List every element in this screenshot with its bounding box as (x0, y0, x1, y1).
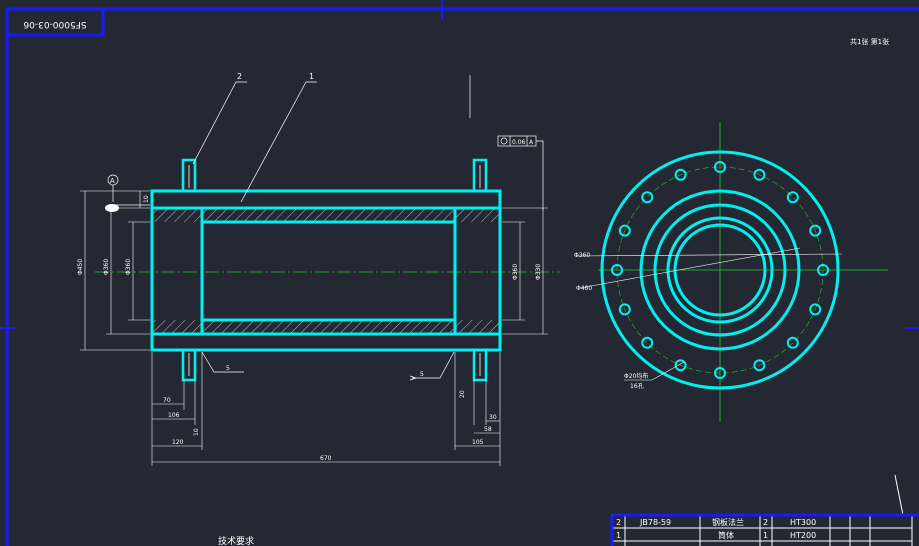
bolt-hole (786, 336, 799, 349)
dim-105: 105 (472, 439, 484, 446)
left-flange-bore (150, 206, 204, 336)
cad-drawing: SF5000-03-06 共1张 第1张 2 1 A 0.06 A Φ450 Φ… (0, 0, 919, 546)
dim-106: 106 (168, 412, 180, 419)
row1-idx: 2 (616, 518, 621, 527)
drawing-frame (0, 0, 919, 546)
dim-70: 70 (163, 397, 171, 404)
svg-text:0.06: 0.06 (512, 139, 526, 146)
side-dim-1: Φ360 (574, 252, 590, 259)
bolt-hole (786, 191, 799, 204)
dim-right-outer: Φ330 (535, 264, 542, 280)
dim-30: 30 (489, 414, 497, 421)
dim-small-right: 20 (459, 390, 466, 398)
drawing-code-box: SF5000-03-06 (5, 7, 105, 37)
drawing-code: SF5000-03-06 (23, 19, 86, 29)
dim-58: 58 (484, 426, 492, 433)
bolt-hole (641, 191, 654, 204)
row2-name: 筒体 (718, 530, 734, 540)
side-view: Φ360 Φ460 Φ20均布 16孔 (574, 122, 888, 422)
svg-text:A: A (529, 139, 534, 146)
front-view: 2 1 A 0.06 A Φ450 Φ360 Φ360 10 Φ360 Φ330… (77, 72, 560, 466)
row1-name: 钢板法兰 (712, 517, 744, 527)
svg-text:A: A (110, 177, 115, 185)
balloon-1: 1 (309, 72, 314, 81)
section-mark-left: 5 (226, 365, 230, 372)
dim-left-outer: Φ450 (77, 259, 84, 275)
dim-small: 10 (143, 195, 150, 203)
side-dim-2: Φ460 (576, 285, 592, 292)
tolerance-frame: 0.06 A (497, 135, 544, 210)
datum-marker: A (105, 174, 119, 212)
dim-right-inner: Φ360 (512, 264, 519, 280)
tech-req-label: 技术要求 (218, 535, 254, 546)
row1-material: HT300 (790, 518, 816, 527)
title-row-2: 1 筒体 1 HT200 (616, 530, 816, 540)
title-block: 2 JB78-59 钢板法兰 2 HT300 1 筒体 1 HT200 (610, 474, 919, 546)
balloon-2: 2 (237, 72, 242, 81)
dim-120: 120 (172, 439, 184, 446)
dim-left-inner: Φ360 (103, 259, 110, 275)
right-flange-bore (453, 206, 502, 336)
row2-material: HT200 (790, 531, 816, 540)
dim-left-bore: Φ360 (125, 259, 132, 275)
section-mark-right: 5 (420, 371, 424, 378)
wall-top-hatch (152, 208, 500, 222)
dim-r-small: 10 (193, 428, 200, 436)
top-right-note: 共1张 第1张 (850, 37, 889, 46)
wall-bottom-hatch (152, 320, 500, 334)
bolt-hole (641, 336, 654, 349)
title-row-1: 2 JB78-59 钢板法兰 2 HT300 (616, 517, 816, 527)
row1-qty: 2 (763, 518, 768, 527)
row1-std: JB78-59 (639, 518, 671, 527)
side-dim-hole: Φ20均布 (624, 372, 648, 380)
row2-idx: 1 (616, 531, 621, 540)
side-dim-hole-count: 16孔 (630, 382, 644, 390)
dim-overall: 670 (320, 455, 332, 462)
row2-qty: 1 (763, 531, 768, 540)
